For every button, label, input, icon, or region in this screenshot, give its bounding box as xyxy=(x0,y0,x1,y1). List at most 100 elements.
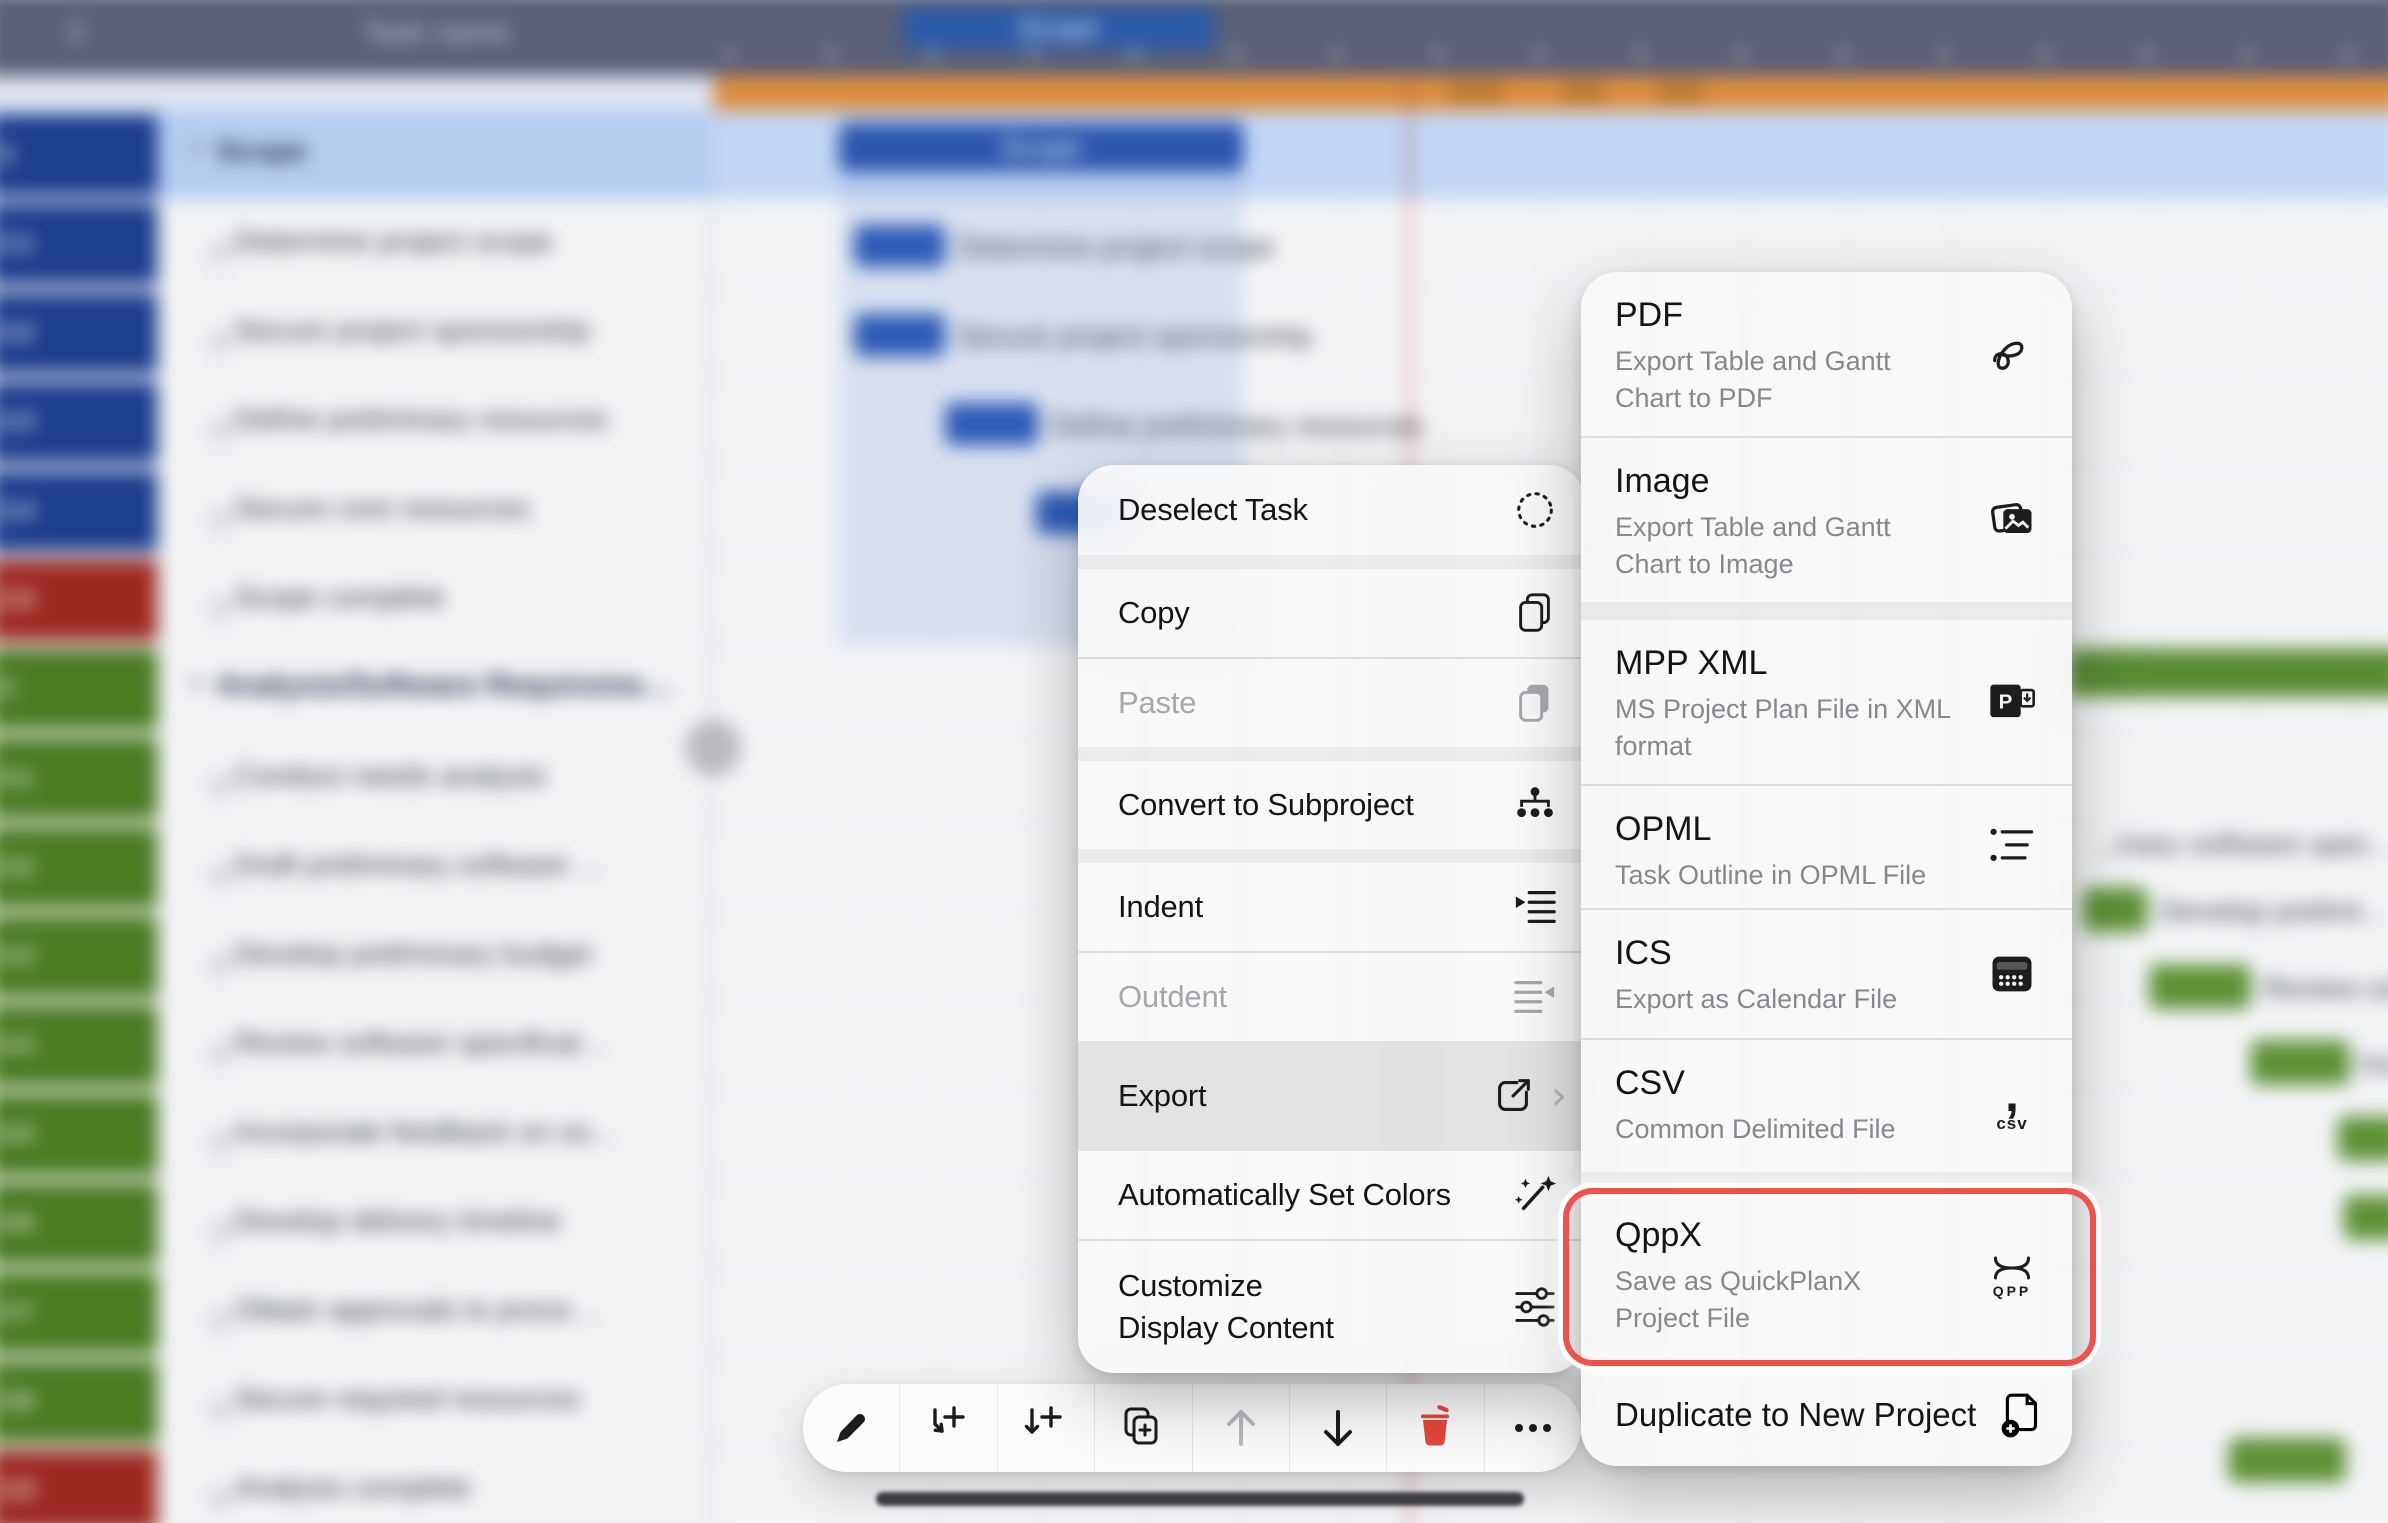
task-name[interactable]: Conduct needs analysis xyxy=(235,760,547,793)
arrow-down-icon xyxy=(1314,1404,1362,1452)
menu-item-automatically-set-colors[interactable]: Automatically Set Colors xyxy=(1078,1151,1585,1239)
menu-item-customize-display-content[interactable]: CustomizeDisplay Content xyxy=(1078,1241,1585,1373)
task-name[interactable]: Scope complete xyxy=(235,582,445,615)
menu-item-paste[interactable]: Paste xyxy=(1078,659,1585,747)
menu-separator xyxy=(1078,555,1585,569)
add-task-below-button[interactable] xyxy=(997,1384,1094,1472)
gantt-bar[interactable] xyxy=(2344,1195,2388,1240)
task-row-number[interactable]: 3.3 xyxy=(0,916,158,997)
task-row-number[interactable]: 2.4 xyxy=(0,471,158,552)
task-row-number[interactable]: 3 xyxy=(0,649,158,730)
duplicate-task-button[interactable] xyxy=(1094,1384,1191,1472)
task-name[interactable]: Obtain approvals to proce… xyxy=(235,1294,600,1327)
edit-button[interactable] xyxy=(803,1384,899,1472)
ellipsis-icon xyxy=(1509,1404,1557,1452)
timeline-tick-marks xyxy=(725,50,2388,58)
app-window: # Task name Scope 2 2.1 2.2 2.3 2.4 2.5 … xyxy=(0,0,2388,1523)
arrow-up-icon xyxy=(1217,1404,1265,1452)
gantt-bar[interactable] xyxy=(2251,1040,2350,1085)
move-up-button[interactable] xyxy=(1192,1384,1289,1472)
task-row-number[interactable]: 2.3 xyxy=(0,381,158,462)
image-icon xyxy=(1980,494,2044,546)
task-name[interactable]: Analysis/Software Requireme… xyxy=(216,669,673,703)
task-name[interactable]: Secure core resources xyxy=(235,493,530,526)
task-name[interactable]: Develop preliminary budget xyxy=(235,938,592,971)
task-marker-icon xyxy=(210,332,229,351)
chevron-down-icon[interactable] xyxy=(188,145,206,156)
task-row-number[interactable]: 3.4 xyxy=(0,1005,158,1086)
task-name[interactable]: Draft preliminary software … xyxy=(235,849,607,882)
gantt-bar[interactable] xyxy=(854,225,945,268)
divider-drag-handle[interactable] xyxy=(685,720,742,777)
task-row-number[interactable]: 3.1 xyxy=(0,738,158,819)
task-row-number[interactable]: 2.2 xyxy=(0,292,158,373)
pdf-icon xyxy=(1980,328,2044,380)
task-marker-icon xyxy=(210,599,229,618)
task-name[interactable]: Secure required resources xyxy=(235,1383,581,1416)
delete-task-button[interactable] xyxy=(1386,1384,1483,1472)
task-row-number[interactable]: 2.1 xyxy=(0,203,158,284)
task-row-number[interactable]: 3.9 xyxy=(0,1450,158,1523)
qppx-highlight-outline xyxy=(1563,1188,2096,1366)
gantt-bar[interactable] xyxy=(2083,887,2148,932)
gantt-bar[interactable] xyxy=(854,314,945,357)
menu-separator xyxy=(1078,747,1585,761)
gantt-bar-label: Review softw… xyxy=(2263,973,2388,1006)
task-marker-icon xyxy=(210,955,229,974)
sliders-icon xyxy=(1503,1284,1567,1330)
export-item-csv[interactable]: CSV Common Delimited File , csv xyxy=(1581,1040,2072,1172)
timeline-group-pill[interactable]: Scope xyxy=(902,7,1216,50)
gantt-section-bar[interactable] xyxy=(2068,649,2388,698)
export-item-pdf[interactable]: PDF Export Table and Gantt Chart to PDF xyxy=(1581,272,2072,436)
submenu-chevron-icon: › xyxy=(1551,1076,1567,1116)
task-marker-icon xyxy=(210,1401,229,1420)
move-down-button[interactable] xyxy=(1289,1384,1386,1472)
gantt-bar[interactable] xyxy=(945,403,1038,446)
menu-item-outdent[interactable]: Outdent xyxy=(1078,953,1585,1041)
task-row-number[interactable]: 3.5 xyxy=(0,1094,158,1175)
gantt-bar-label: Determine project scope xyxy=(957,232,1275,265)
task-name[interactable]: Incorporate feedback on so… xyxy=(235,1116,620,1149)
task-marker-icon xyxy=(210,421,229,440)
gantt-bar[interactable] xyxy=(2338,1116,2388,1161)
export-item-duplicate-to-new-project[interactable]: Duplicate to New Project xyxy=(1581,1364,2072,1466)
summary-bar-mark xyxy=(1657,82,1704,102)
more-button[interactable] xyxy=(1484,1384,1581,1472)
gantt-summary-bar[interactable]: Scope xyxy=(839,123,1244,172)
export-item-opml[interactable]: OPML Task Outline in OPML File xyxy=(1581,786,2072,908)
menu-item-export[interactable]: Export › xyxy=(1078,1041,1585,1151)
panel-divider[interactable] xyxy=(711,76,714,1523)
task-name[interactable]: Define preliminary resources xyxy=(235,404,609,437)
export-item-image[interactable]: Image Export Table and Gantt Chart to Im… xyxy=(1581,438,2072,602)
task-marker-icon xyxy=(210,1044,229,1063)
task-marker-icon xyxy=(210,510,229,529)
horizontal-scrollbar[interactable] xyxy=(876,1492,1524,1506)
task-row-number[interactable]: 3.6 xyxy=(0,1183,158,1264)
task-name[interactable]: Determine project scope xyxy=(235,226,553,259)
gantt-bar[interactable] xyxy=(2228,1438,2345,1483)
menu-item-indent[interactable]: Indent xyxy=(1078,863,1585,951)
trash-icon xyxy=(1411,1404,1459,1452)
task-name[interactable]: Develop delivery timeline xyxy=(235,1205,561,1238)
task-name[interactable]: Secure project sponsorship xyxy=(235,315,591,348)
task-row-number[interactable]: 3.2 xyxy=(0,827,158,908)
subheader-strip xyxy=(0,76,713,110)
chevron-down-icon[interactable] xyxy=(188,679,206,690)
task-row-number[interactable]: 3.8 xyxy=(0,1361,158,1442)
task-name[interactable]: Review software specificat… xyxy=(235,1027,610,1060)
project-summary-bar[interactable] xyxy=(713,76,2388,110)
task-row-number[interactable]: 2.5 xyxy=(0,560,158,641)
task-marker-icon xyxy=(210,243,229,262)
gantt-bar[interactable] xyxy=(2149,964,2250,1009)
task-name[interactable]: Scope xyxy=(216,135,307,169)
menu-item-copy[interactable]: Copy xyxy=(1078,569,1585,657)
export-item-ics[interactable]: ICS Export as Calendar File xyxy=(1581,910,2072,1038)
menu-item-convert-to-subproject[interactable]: Convert to Subproject xyxy=(1078,761,1585,849)
menu-item-deselect-task[interactable]: Deselect Task xyxy=(1078,465,1585,555)
task-row-number[interactable]: 3.7 xyxy=(0,1272,158,1353)
paste-icon xyxy=(1503,680,1567,726)
task-row-number[interactable]: 2 xyxy=(0,114,158,195)
export-item-mpp-xml[interactable]: MPP XML MS Project Plan File in XML form… xyxy=(1581,620,2072,784)
task-name[interactable]: Analysis complete xyxy=(235,1472,472,1505)
add-subtask-button[interactable] xyxy=(899,1384,996,1472)
